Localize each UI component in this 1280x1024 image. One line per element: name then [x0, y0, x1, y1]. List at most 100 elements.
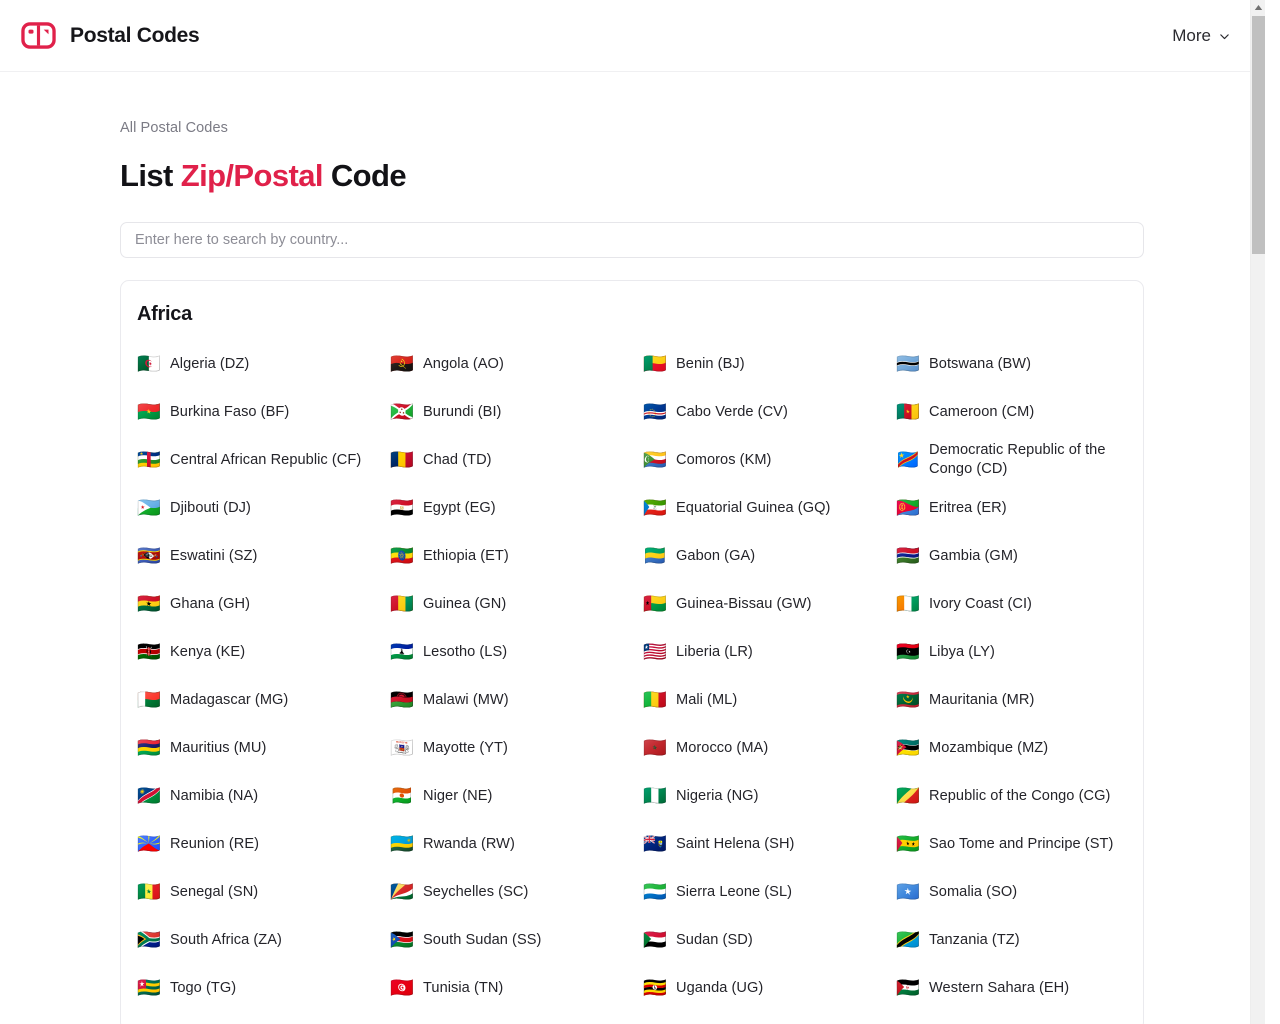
country-label: Botswana (BW): [929, 355, 1032, 372]
country-label: Ghana (GH): [170, 595, 250, 612]
country-item[interactable]: 🇹🇳 Tunisia (TN): [390, 964, 643, 1012]
country-flag-icon: 🇨🇲: [896, 400, 920, 423]
country-item[interactable]: 🇿🇦 South Africa (ZA): [137, 916, 390, 964]
country-item[interactable]: 🇬🇭 Ghana (GH): [137, 580, 390, 628]
country-label: Burkina Faso (BF): [170, 403, 290, 420]
country-item[interactable]: 🇸🇭 Saint Helena (SH): [643, 820, 896, 868]
country-label: Namibia (NA): [170, 787, 259, 804]
country-item[interactable]: 🇺🇬 Uganda (UG): [643, 964, 896, 1012]
country-flag-icon: 🇧🇼: [896, 352, 920, 375]
scrollbar-thumb[interactable]: [1252, 16, 1265, 254]
country-label: Democratic Republic of the Congo (CD): [929, 442, 1106, 477]
country-item[interactable]: 🇲🇷 Mauritania (MR): [896, 676, 1149, 724]
country-item[interactable]: 🇳🇦 Namibia (NA): [137, 772, 390, 820]
country-item[interactable]: 🇱🇷 Liberia (LR): [643, 628, 896, 676]
country-flag-icon: 🇳🇪: [390, 784, 414, 807]
country-item[interactable]: 🇱🇾 Libya (LY): [896, 628, 1149, 676]
country-flag-icon: 🇱🇷: [643, 640, 667, 663]
country-label: Ethiopia (ET): [423, 547, 509, 564]
country-item[interactable]: 🇲🇱 Mali (ML): [643, 676, 896, 724]
country-item[interactable]: 🇷🇪 Reunion (RE): [137, 820, 390, 868]
country-item[interactable]: 🇸🇳 Senegal (SN): [137, 868, 390, 916]
country-item[interactable]: 🇸🇿 Eswatini (SZ): [137, 532, 390, 580]
country-item[interactable]: 🇪🇹 Ethiopia (ET): [390, 532, 643, 580]
country-item[interactable]: 🇱🇸 Lesotho (LS): [390, 628, 643, 676]
country-item[interactable]: 🇨🇩 Democratic Republic of the Congo (CD): [896, 436, 1149, 484]
country-item[interactable]: 🇨🇬 Republic of the Congo (CG): [896, 772, 1149, 820]
country-label: Gambia (GM): [929, 547, 1018, 564]
country-item[interactable]: 🇳🇬 Nigeria (NG): [643, 772, 896, 820]
search-input[interactable]: [120, 222, 1144, 258]
brand-logo-link[interactable]: Postal Codes: [20, 17, 200, 54]
country-flag-icon: 🇹🇬: [137, 976, 161, 999]
country-item[interactable]: 🇬🇲 Gambia (GM): [896, 532, 1149, 580]
country-item[interactable]: 🇹🇬 Togo (TG): [137, 964, 390, 1012]
country-item[interactable]: 🇲🇬 Madagascar (MG): [137, 676, 390, 724]
country-label: Saint Helena (SH): [676, 835, 795, 852]
country-item[interactable]: 🇸🇴 Somalia (SO): [896, 868, 1149, 916]
country-item[interactable]: 🇪🇷 Eritrea (ER): [896, 484, 1149, 532]
country-label: Sudan (SD): [676, 931, 753, 948]
country-item[interactable]: 🇨🇻 Cabo Verde (CV): [643, 388, 896, 436]
page-scrollbar[interactable]: [1250, 0, 1265, 1024]
country-label: Sierra Leone (SL): [676, 883, 793, 900]
country-item[interactable]: 🇲🇦 Morocco (MA): [643, 724, 896, 772]
country-flag-icon: 🇲🇱: [643, 688, 667, 711]
country-item[interactable]: 🇧🇯 Benin (BJ): [643, 340, 896, 388]
country-item[interactable]: 🇬🇼 Guinea-Bissau (GW): [643, 580, 896, 628]
country-label: Sao Tome and Principe (ST): [929, 835, 1114, 852]
country-label: Mauritius (MU): [170, 739, 267, 756]
country-item[interactable]: 🇨🇲 Cameroon (CM): [896, 388, 1149, 436]
country-item[interactable]: 🇹🇿 Tanzania (TZ): [896, 916, 1149, 964]
country-item[interactable]: 🇸🇨 Seychelles (SC): [390, 868, 643, 916]
country-label: Western Sahara (EH): [929, 979, 1070, 996]
country-label: Uganda (UG): [676, 979, 764, 996]
country-label: Kenya (KE): [170, 643, 246, 660]
country-item[interactable]: 🇨🇮 Ivory Coast (CI): [896, 580, 1149, 628]
country-item[interactable]: 🇬🇶 Equatorial Guinea (GQ): [643, 484, 896, 532]
country-item[interactable]: 🇲🇺 Mauritius (MU): [137, 724, 390, 772]
country-item[interactable]: 🇧🇮 Burundi (BI): [390, 388, 643, 436]
country-item[interactable]: 🇰🇪 Kenya (KE): [137, 628, 390, 676]
country-label: Liberia (LR): [676, 643, 753, 660]
country-item[interactable]: 🇪🇬 Egypt (EG): [390, 484, 643, 532]
country-item[interactable]: 🇧🇫 Burkina Faso (BF): [137, 388, 390, 436]
country-label: Algeria (DZ): [170, 355, 250, 372]
country-flag-icon: 🇬🇦: [643, 544, 667, 567]
page-title-suffix: Code: [322, 158, 407, 193]
country-flag-icon: 🇬🇭: [137, 592, 161, 615]
country-item[interactable]: 🇰🇲 Comoros (KM): [643, 436, 896, 484]
country-flag-icon: 🇸🇹: [896, 832, 920, 855]
scroll-up-arrow-icon[interactable]: [1251, 0, 1265, 14]
country-flag-icon: 🇸🇸: [390, 928, 414, 951]
country-label: Benin (BJ): [676, 355, 745, 372]
country-item[interactable]: 🇪🇭 Western Sahara (EH): [896, 964, 1149, 1012]
country-item[interactable]: 🇦🇴 Angola (AO): [390, 340, 643, 388]
breadcrumb[interactable]: All Postal Codes: [120, 120, 1144, 136]
country-item[interactable]: 🇸🇱 Sierra Leone (SL): [643, 868, 896, 916]
country-label: Togo (TG): [170, 979, 237, 996]
country-item[interactable]: 🇩🇯 Djibouti (DJ): [137, 484, 390, 532]
country-item[interactable]: 🇾🇹 Mayotte (YT): [390, 724, 643, 772]
country-item[interactable]: 🇩🇿 Algeria (DZ): [137, 340, 390, 388]
country-item[interactable]: 🇬🇦 Gabon (GA): [643, 532, 896, 580]
country-item[interactable]: 🇲🇼 Malawi (MW): [390, 676, 643, 724]
country-item[interactable]: 🇳🇪 Niger (NE): [390, 772, 643, 820]
page-title-prefix: List: [120, 158, 181, 193]
country-item[interactable]: 🇸🇩 Sudan (SD): [643, 916, 896, 964]
country-item[interactable]: 🇹🇩 Chad (TD): [390, 436, 643, 484]
country-label: Mozambique (MZ): [929, 739, 1049, 756]
country-item[interactable]: 🇷🇼 Rwanda (RW): [390, 820, 643, 868]
country-flag-icon: 🇳🇬: [643, 784, 667, 807]
country-item[interactable]: 🇲🇿 Mozambique (MZ): [896, 724, 1149, 772]
country-item[interactable]: 🇸🇸 South Sudan (SS): [390, 916, 643, 964]
country-item[interactable]: 🇸🇹 Sao Tome and Principe (ST): [896, 820, 1149, 868]
country-item[interactable]: 🇬🇳 Guinea (GN): [390, 580, 643, 628]
country-label: Somalia (SO): [929, 883, 1018, 900]
page-title: List Zip/Postal Code: [120, 158, 1144, 194]
country-item[interactable]: 🇧🇼 Botswana (BW): [896, 340, 1149, 388]
country-label: Tunisia (TN): [423, 979, 504, 996]
brand-name: Postal Codes: [70, 23, 200, 47]
country-item[interactable]: 🇨🇫 Central African Republic (CF): [137, 436, 390, 484]
nav-more-menu[interactable]: More: [1170, 20, 1233, 52]
